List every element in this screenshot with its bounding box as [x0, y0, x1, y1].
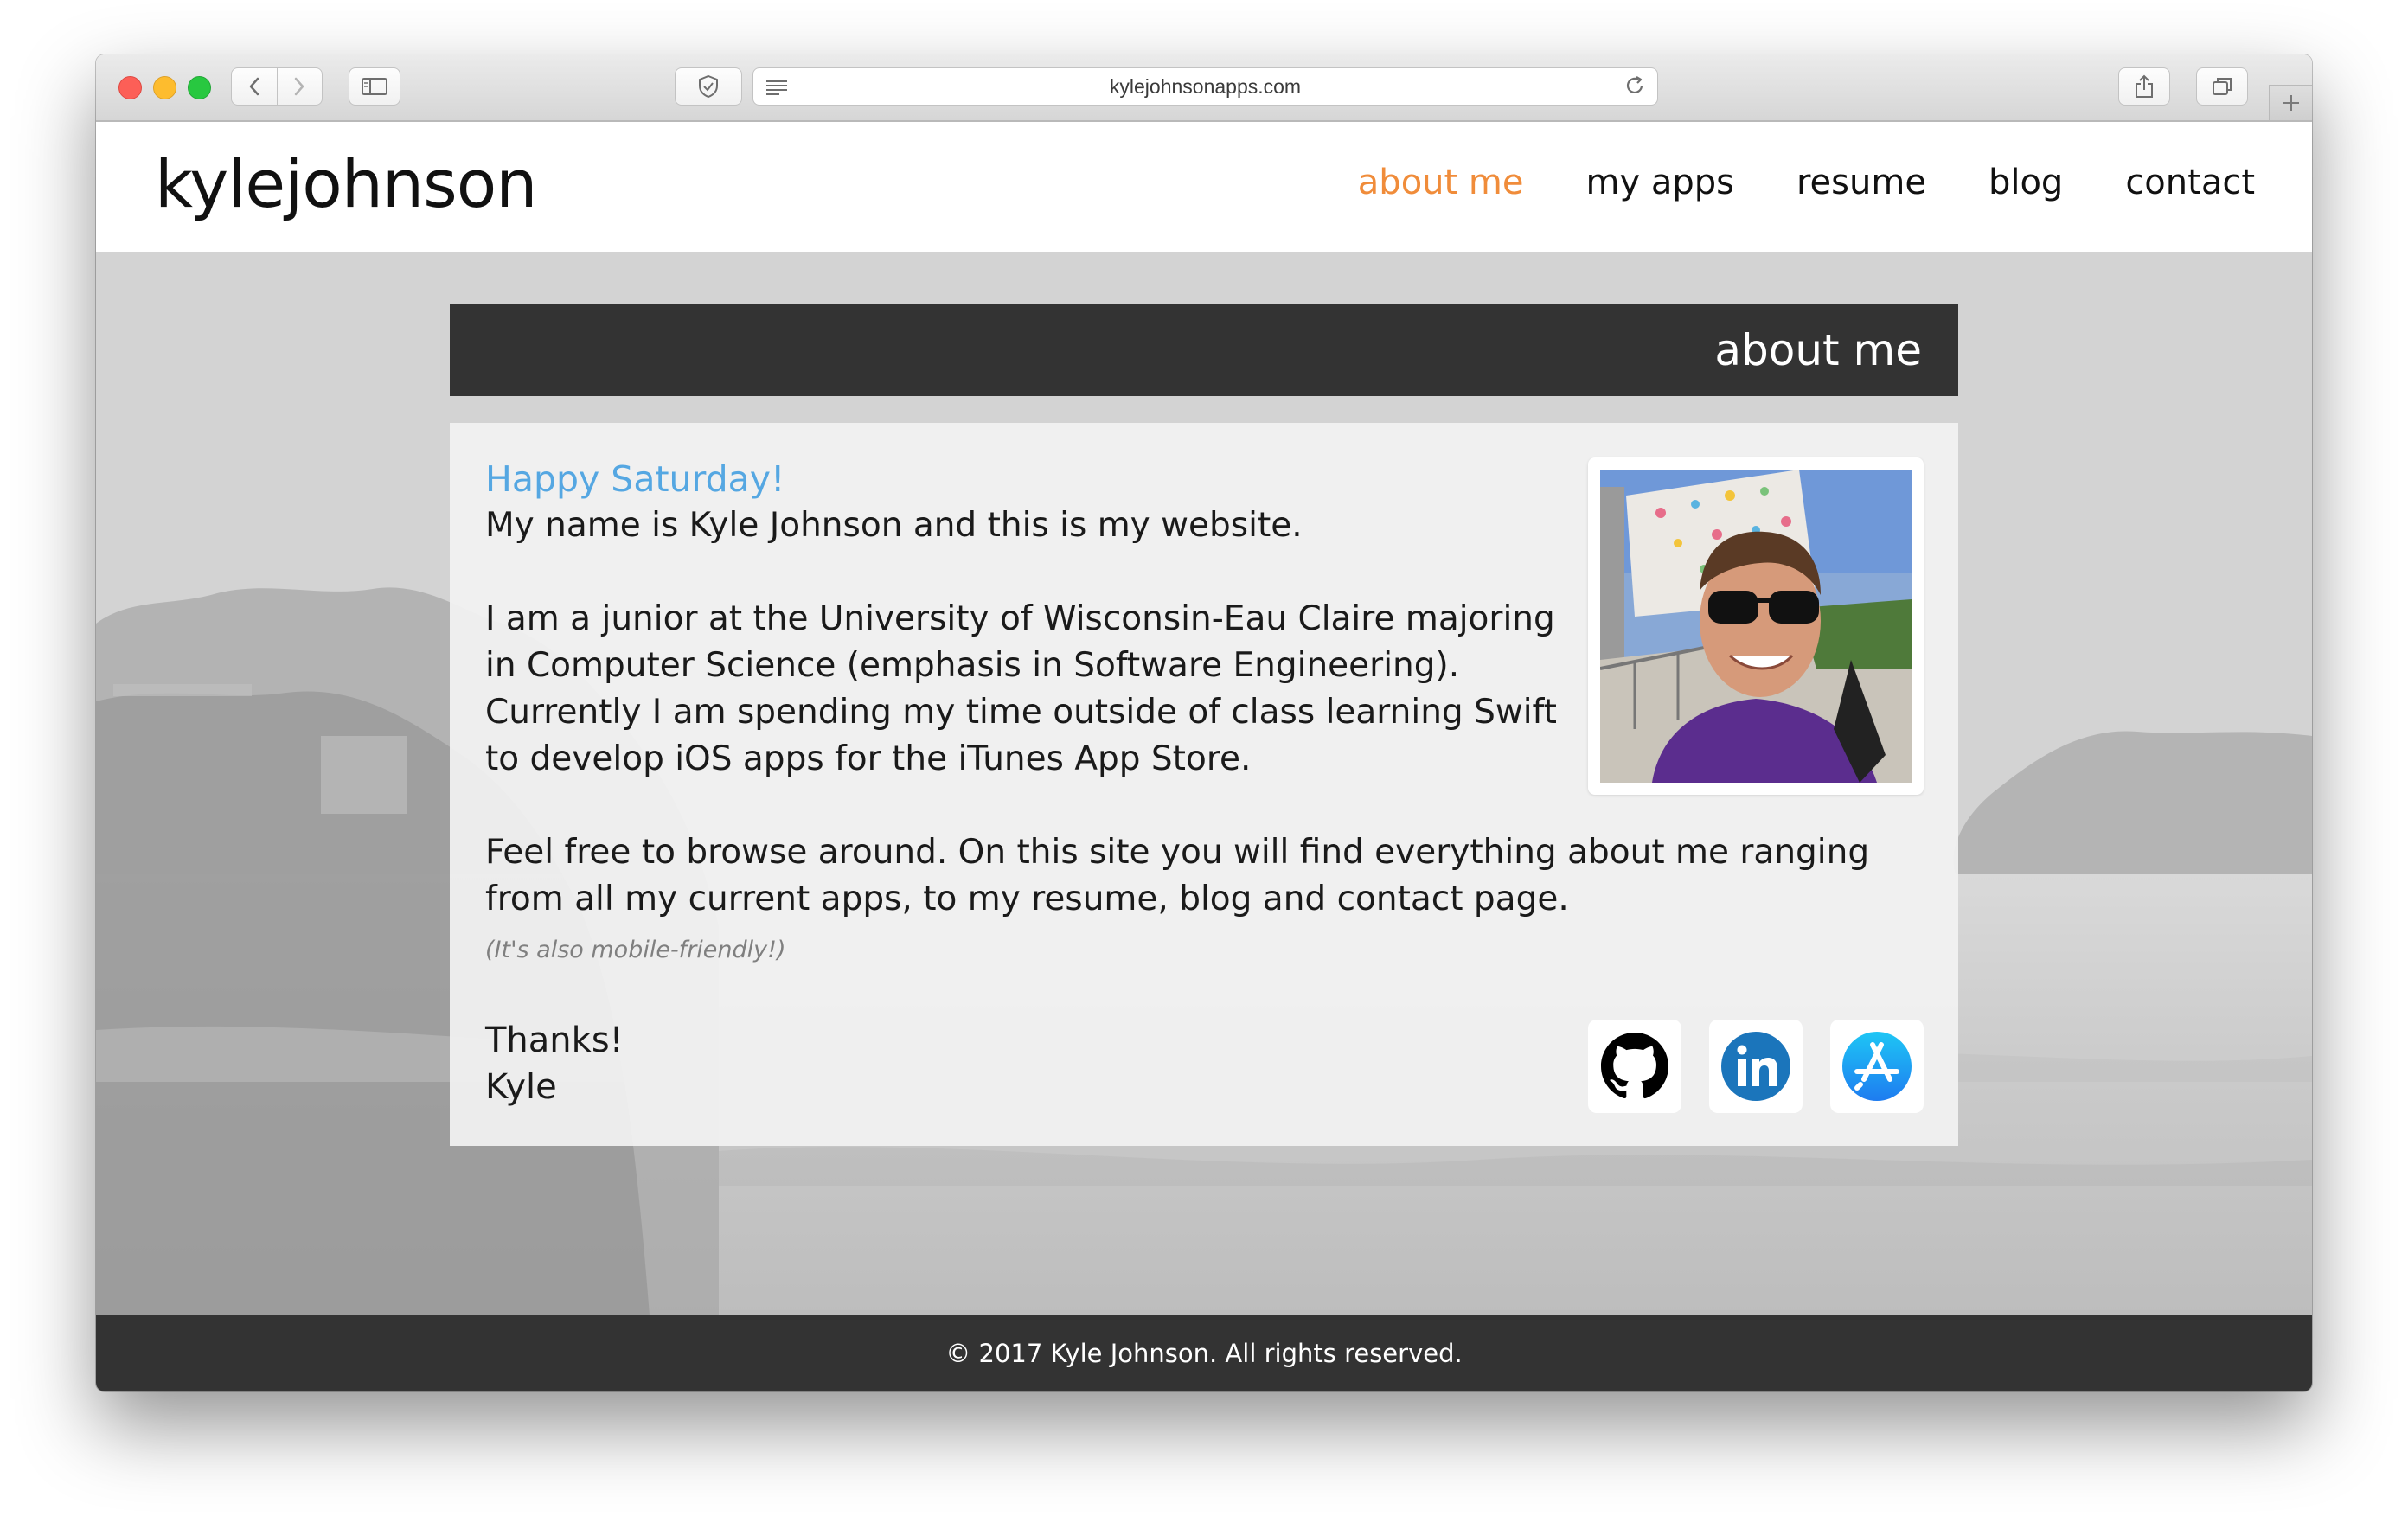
profile-photo [1600, 470, 1912, 783]
hero-section: about me Happy Saturday! My name is Kyle… [96, 252, 2312, 1315]
site-header: kylejohnson about me my apps resume blog… [96, 122, 2312, 252]
thanks-text: Thanks! [485, 1020, 624, 1060]
tabs-icon [2213, 78, 2232, 95]
nav-blog[interactable]: blog [1989, 157, 2063, 208]
close-window-button[interactable] [118, 76, 142, 99]
sidebar-button[interactable] [349, 67, 400, 106]
about-card: Happy Saturday! My name is Kyle Johnson … [450, 423, 1958, 1146]
browse-paragraph: Feel free to browse around. On this site… [485, 833, 1870, 918]
zoom-window-button[interactable] [188, 76, 211, 99]
github-icon [1601, 1033, 1668, 1099]
github-link[interactable] [1588, 1020, 1681, 1113]
forward-button[interactable] [276, 68, 323, 105]
section-title: about me [1714, 325, 1922, 375]
site-nav: about me my apps resume blog contact [1358, 157, 2255, 208]
sidebar-icon [362, 78, 387, 95]
app-store-icon [1842, 1032, 1912, 1101]
chevron-right-icon [295, 77, 304, 96]
share-button[interactable] [2118, 67, 2170, 106]
plus-icon [2283, 95, 2299, 111]
intro-paragraph: My name is Kyle Johnson and this is my w… [485, 506, 1303, 545]
app-store-link[interactable] [1830, 1020, 1924, 1113]
site-footer: © 2017 Kyle Johnson. All rights reserved… [96, 1315, 2312, 1391]
section-title-bar: about me [450, 304, 1958, 396]
mobile-friendly-note: (It's also mobile-friendly!) [485, 937, 786, 963]
education-paragraph: I am a junior at the University of Wisco… [485, 599, 1557, 778]
linkedin-icon [1721, 1032, 1790, 1101]
history-nav [231, 67, 323, 106]
reload-button[interactable] [1623, 74, 1647, 99]
nav-resume[interactable]: resume [1796, 157, 1926, 208]
back-button[interactable] [232, 68, 277, 105]
profile-photo-frame [1588, 457, 1924, 795]
tabs-overview-button[interactable] [2196, 67, 2248, 106]
browser-window: kylejohnsonapps.com kylejohnson about me… [96, 54, 2312, 1391]
signature-text: Kyle [485, 1067, 557, 1107]
nav-about-me[interactable]: about me [1358, 157, 1524, 208]
browser-toolbar: kylejohnsonapps.com [96, 54, 2312, 122]
new-tab-button[interactable] [2269, 85, 2312, 120]
linkedin-link[interactable] [1709, 1020, 1803, 1113]
privacy-button[interactable] [675, 67, 742, 106]
shield-icon [699, 74, 718, 99]
site-logo[interactable]: kylejohnson [155, 141, 537, 227]
sign-off: Thanks! Kyle [485, 1017, 624, 1110]
reload-icon [1626, 76, 1643, 93]
minimize-window-button[interactable] [153, 76, 176, 99]
nav-contact[interactable]: contact [2125, 157, 2255, 208]
nav-my-apps[interactable]: my apps [1586, 157, 1734, 208]
share-icon [2136, 74, 2153, 98]
greeting-text: Happy Saturday! [485, 458, 785, 500]
url-text: kylejohnsonapps.com [1109, 74, 1302, 98]
copyright-text: © 2017 Kyle Johnson. All rights reserved… [945, 1339, 1463, 1368]
chevron-left-icon [249, 77, 259, 96]
address-bar[interactable]: kylejohnsonapps.com [752, 67, 1658, 106]
web-page: kylejohnson about me my apps resume blog… [96, 122, 2312, 1391]
